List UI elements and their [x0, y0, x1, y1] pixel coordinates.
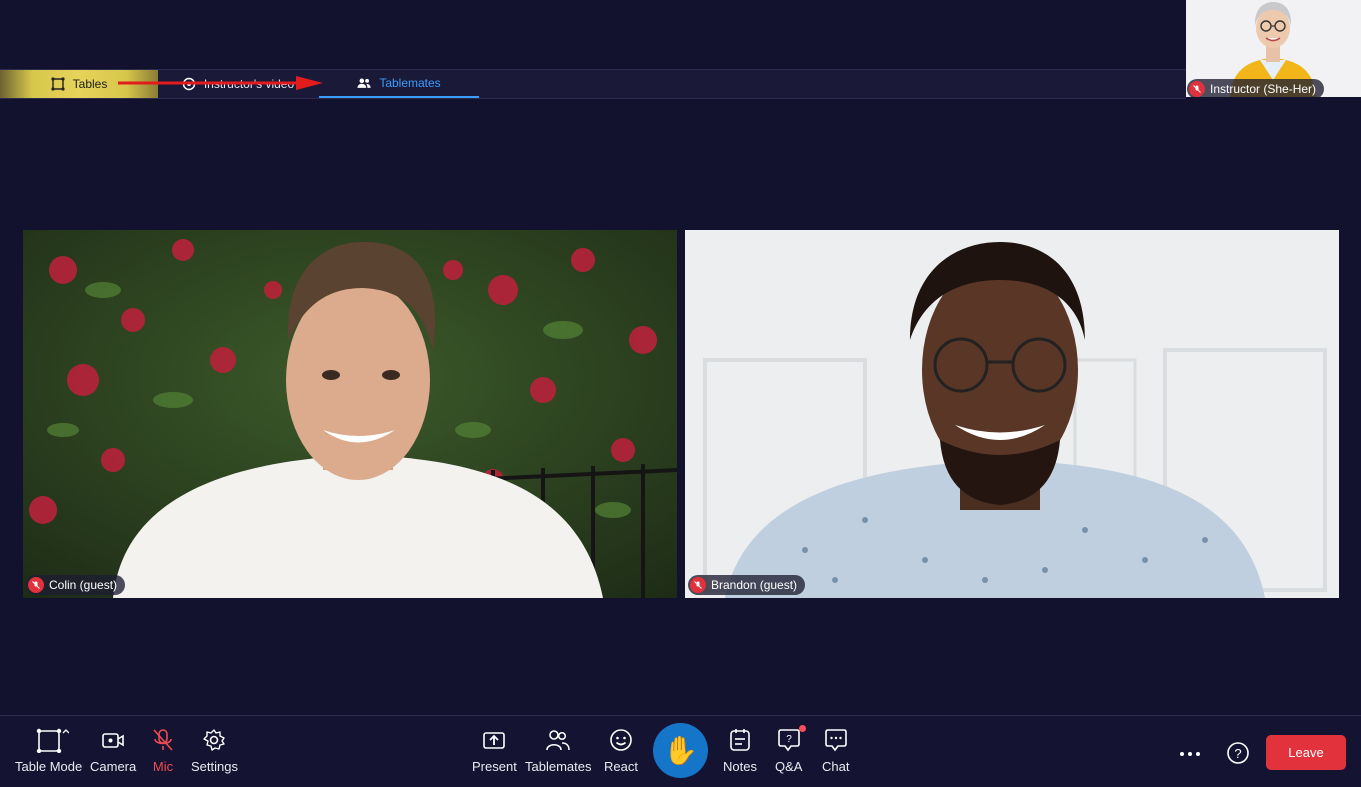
react-label: React: [604, 759, 638, 774]
present-label: Present: [472, 759, 517, 774]
tab-instructors-video[interactable]: Instructor's video: [158, 70, 318, 98]
mic-muted-icon: [690, 577, 706, 593]
tab-tablemates[interactable]: Tablemates: [319, 70, 479, 98]
camera-button[interactable]: Camera: [90, 727, 136, 774]
chat-bubble-icon: [823, 727, 849, 753]
qa-button[interactable]: ? Q&A: [775, 727, 802, 774]
mic-label: Mic: [152, 759, 174, 774]
svg-text:?: ?: [1234, 746, 1241, 761]
present-screen-icon: [482, 727, 506, 753]
settings-button[interactable]: Settings: [191, 727, 238, 774]
camera-label: Camera: [90, 759, 137, 774]
view-tab-bar: Tables Instructor's video Tablemates: [0, 69, 1186, 99]
table-mode-label: Table Mode: [15, 759, 83, 774]
colin-name: Colin (guest): [49, 578, 118, 592]
brandon-video-frame: [685, 230, 1339, 598]
raise-hand-icon: ✋: [663, 735, 698, 766]
participant-video-brandon[interactable]: Brandon (guest): [685, 230, 1339, 598]
frame-icon: [51, 77, 65, 91]
people-icon: [545, 727, 571, 753]
instructor-video-thumbnail[interactable]: Instructor (She-Her): [1186, 0, 1361, 97]
qa-notification-dot: [799, 725, 806, 732]
chat-button[interactable]: Chat: [822, 727, 849, 774]
leave-label: Leave: [1288, 745, 1324, 760]
qa-label: Q&A: [775, 759, 803, 774]
question-bubble-icon: ?: [776, 727, 802, 753]
table-mode-icon: [29, 727, 69, 753]
instructor-name: Instructor (She-Her): [1210, 82, 1317, 96]
help-icon[interactable]: ?: [1226, 741, 1250, 765]
leave-button[interactable]: Leave: [1266, 735, 1346, 770]
notes-button[interactable]: Notes: [723, 727, 757, 774]
tab-tablemates-label: Tablemates: [379, 76, 441, 90]
present-button[interactable]: Present: [472, 727, 517, 774]
video-circle-icon: [182, 77, 196, 91]
mic-button[interactable]: Mic: [152, 727, 174, 774]
tab-tables[interactable]: Tables: [0, 70, 158, 98]
mic-muted-icon: [28, 577, 44, 593]
mic-muted-icon: [1189, 81, 1205, 97]
tablemates-label: Tablemates: [525, 759, 592, 774]
more-options-icon[interactable]: [1176, 741, 1204, 765]
raise-hand-button[interactable]: ✋: [653, 723, 708, 778]
chat-label: Chat: [822, 759, 850, 774]
people-icon: [357, 76, 371, 90]
gear-icon: [202, 727, 226, 753]
mic-off-icon: [152, 727, 174, 753]
instructor-name-tag: Instructor (She-Her): [1187, 79, 1325, 97]
participant-video-colin[interactable]: Colin (guest): [23, 230, 677, 598]
colin-name-tag: Colin (guest): [26, 575, 126, 595]
react-button[interactable]: React: [604, 727, 638, 774]
settings-label: Settings: [191, 759, 238, 774]
brandon-name-tag: Brandon (guest): [688, 575, 806, 595]
smiley-icon: [609, 727, 633, 753]
camera-icon: [101, 727, 125, 753]
tablemates-button[interactable]: Tablemates: [525, 727, 591, 774]
svg-text:?: ?: [786, 734, 792, 745]
tab-tables-label: Tables: [72, 77, 108, 91]
tab-instructors-video-label: Instructor's video: [203, 77, 295, 91]
notes-label: Notes: [723, 759, 757, 774]
notes-icon: [729, 727, 751, 753]
brandon-name: Brandon (guest): [711, 578, 798, 592]
colin-video-frame: [23, 230, 677, 598]
table-mode-button[interactable]: Table Mode: [15, 727, 82, 774]
